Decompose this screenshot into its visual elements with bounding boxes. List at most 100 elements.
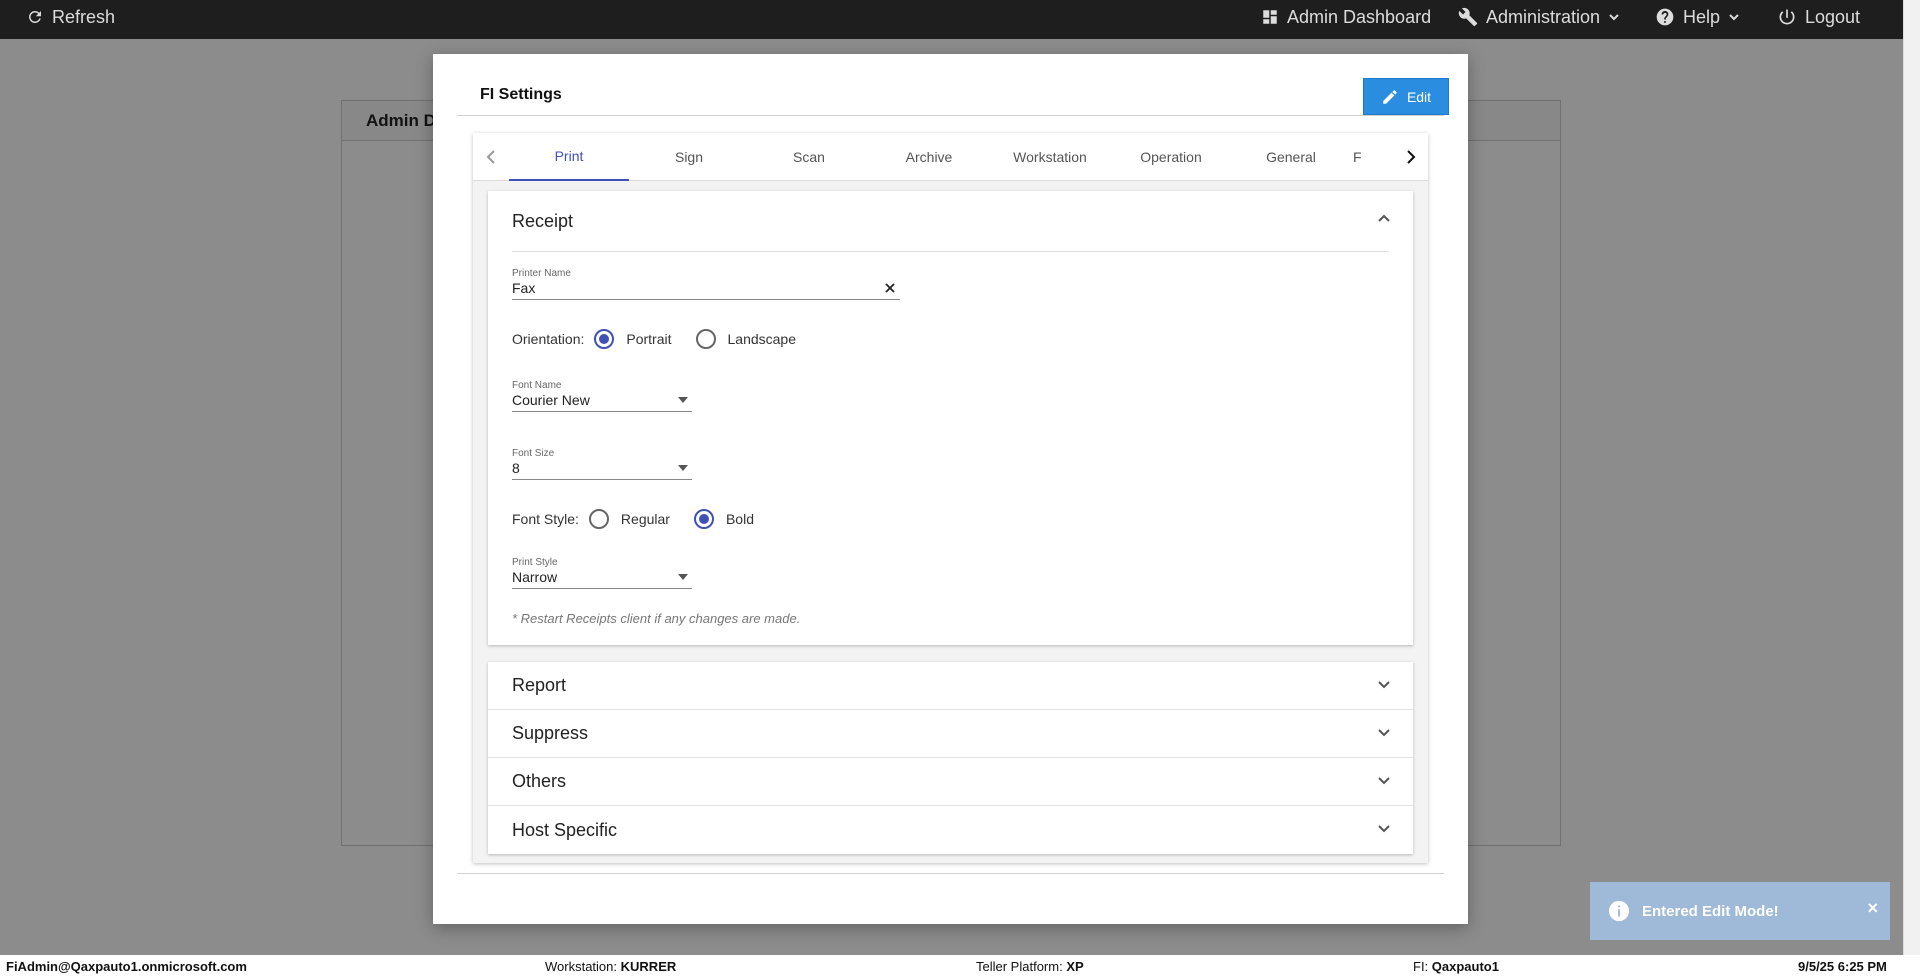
tab-scroll-right[interactable]: [1401, 145, 1421, 169]
portrait-label: Portrait: [626, 331, 672, 347]
edit-label: Edit: [1406, 88, 1432, 105]
help-icon: [1656, 8, 1674, 26]
edit-button[interactable]: Edit: [1363, 78, 1449, 115]
chevron-down-icon: [1609, 14, 1619, 21]
tab-workstation[interactable]: Workstation: [990, 133, 1110, 181]
suppress-title: Suppress: [512, 723, 589, 743]
toast-close-button[interactable]: ×: [1867, 898, 1878, 919]
regular-label: Regular: [620, 511, 670, 527]
logout-button[interactable]: Logout: [1777, 0, 1860, 34]
help-menu[interactable]: Help: [1655, 0, 1740, 34]
orientation-group: Orientation: Portrait Landscape: [512, 329, 810, 349]
printer-name-underline: [512, 299, 900, 300]
chevron-left-icon: [486, 150, 495, 164]
tab-archive[interactable]: Archive: [869, 133, 989, 181]
platform-value: XP: [1066, 959, 1084, 974]
refresh-button[interactable]: Refresh: [26, 0, 115, 34]
refresh-icon: [29, 10, 41, 23]
fi-value: Qaxpauto1: [1431, 959, 1499, 974]
portrait-radio[interactable]: [594, 329, 615, 349]
fi-settings-modal: FI Settings Edit Print Sign Scan Archive…: [433, 54, 1468, 924]
modal-title: FI Settings: [480, 86, 562, 103]
status-bar: FiAdmin@Qaxpauto1.onmicrosoft.com Workst…: [0, 955, 1920, 977]
font-name-value: Courier New: [512, 392, 590, 408]
toast-notification: Entered Edit Mode! ×: [1590, 882, 1890, 940]
receipt-title: Receipt: [512, 210, 574, 231]
orientation-label: Orientation:: [512, 331, 585, 347]
printer-name-label: Printer Name: [512, 268, 571, 279]
info-icon: [1608, 900, 1630, 922]
font-size-label: Font Size: [512, 448, 555, 459]
tab-general[interactable]: General: [1231, 133, 1351, 181]
admin-dashboard-label: Admin Dashboard: [1287, 6, 1432, 27]
suppress-section-header[interactable]: Suppress: [488, 710, 1413, 758]
fi-label: FI:: [1413, 959, 1429, 974]
font-style-label: Font Style:: [512, 511, 579, 527]
status-user: FiAdmin@Qaxpauto1.onmicrosoft.com: [6, 959, 247, 974]
tab-sign[interactable]: Sign: [629, 133, 749, 181]
status-platform: Teller Platform: XP: [976, 959, 1084, 974]
admin-dashboard-link[interactable]: Admin Dashboard: [1261, 0, 1431, 34]
font-name-label: Font Name: [512, 380, 562, 391]
bold-radio[interactable]: [693, 509, 714, 529]
report-title: Report: [512, 675, 567, 695]
chevron-down-icon: [1378, 825, 1390, 833]
settings-tabs-card: Print Sign Scan Archive Workstation Oper…: [473, 133, 1428, 863]
chevron-up-icon: [1378, 214, 1390, 222]
clear-icon[interactable]: [884, 282, 896, 294]
print-style-select[interactable]: Print Style Narrow: [512, 557, 692, 589]
receipt-panel: Receipt Printer Name Fax Orientation: Po…: [488, 191, 1413, 645]
dashboard-icon: [1263, 10, 1277, 24]
dropdown-arrow-icon: [678, 397, 688, 403]
chevron-right-icon: [1407, 150, 1416, 164]
tab-partial[interactable]: F: [1353, 133, 1403, 181]
page-scrollbar[interactable]: [1903, 0, 1920, 955]
status-fi: FI: Qaxpauto1: [1413, 959, 1499, 974]
chevron-down-icon: [1378, 777, 1390, 785]
dropdown-arrow-icon: [678, 465, 688, 471]
bold-label: Bold: [725, 511, 754, 527]
tab-scan[interactable]: Scan: [749, 133, 869, 181]
receipt-divider: [512, 251, 1389, 252]
collapsed-sections: Report Suppress Others Host Specific: [488, 662, 1413, 854]
dropdown-arrow-icon: [678, 574, 688, 580]
tab-bar: Print Sign Scan Archive Workstation Oper…: [473, 133, 1428, 181]
chevron-down-icon: [1378, 681, 1390, 689]
chevron-down-icon: [1378, 729, 1390, 737]
others-section-header[interactable]: Others: [488, 758, 1413, 806]
tab-operation[interactable]: Operation: [1111, 133, 1231, 181]
others-title: Others: [512, 771, 567, 791]
tab-scroll-left[interactable]: [481, 145, 501, 169]
print-style-underline: [512, 588, 692, 589]
landscape-radio[interactable]: [695, 329, 716, 349]
workstation-value: KURRER: [620, 959, 677, 974]
font-name-select[interactable]: Font Name Courier New: [512, 380, 692, 412]
regular-radio[interactable]: [588, 509, 609, 529]
font-size-select[interactable]: Font Size 8: [512, 448, 692, 480]
administration-menu[interactable]: Administration: [1458, 0, 1620, 34]
wrench-icon: [1458, 7, 1478, 27]
font-name-underline: [512, 411, 692, 412]
tab-content: Receipt Printer Name Fax Orientation: Po…: [473, 181, 1428, 863]
print-style-label: Print Style: [512, 557, 558, 568]
printer-name-input[interactable]: Fax: [512, 280, 900, 296]
power-icon: [1779, 9, 1795, 25]
landscape-label: Landscape: [727, 331, 797, 347]
workstation-label: Workstation:: [545, 959, 618, 974]
font-size-value: 8: [512, 460, 520, 476]
toast-message: Entered Edit Mode!: [1642, 902, 1779, 920]
host-specific-title: Host Specific: [512, 819, 618, 840]
modal-header-divider: [457, 115, 1444, 116]
pencil-icon: [1383, 89, 1397, 104]
host-specific-section-header[interactable]: Host Specific: [488, 806, 1413, 854]
font-style-group: Font Style: Regular Bold: [512, 509, 768, 529]
logout-label: Logout: [1805, 6, 1861, 27]
help-label: Help: [1683, 6, 1721, 27]
tab-print[interactable]: Print: [509, 133, 629, 181]
report-section-header[interactable]: Report: [488, 662, 1413, 710]
chevron-down-icon: [1729, 14, 1739, 21]
printer-name-field[interactable]: Printer Name Fax: [512, 268, 900, 300]
receipt-panel-header[interactable]: Receipt: [488, 191, 1413, 251]
refresh-label: Refresh: [52, 6, 116, 27]
restart-note: * Restart Receipts client if any changes…: [512, 611, 801, 626]
